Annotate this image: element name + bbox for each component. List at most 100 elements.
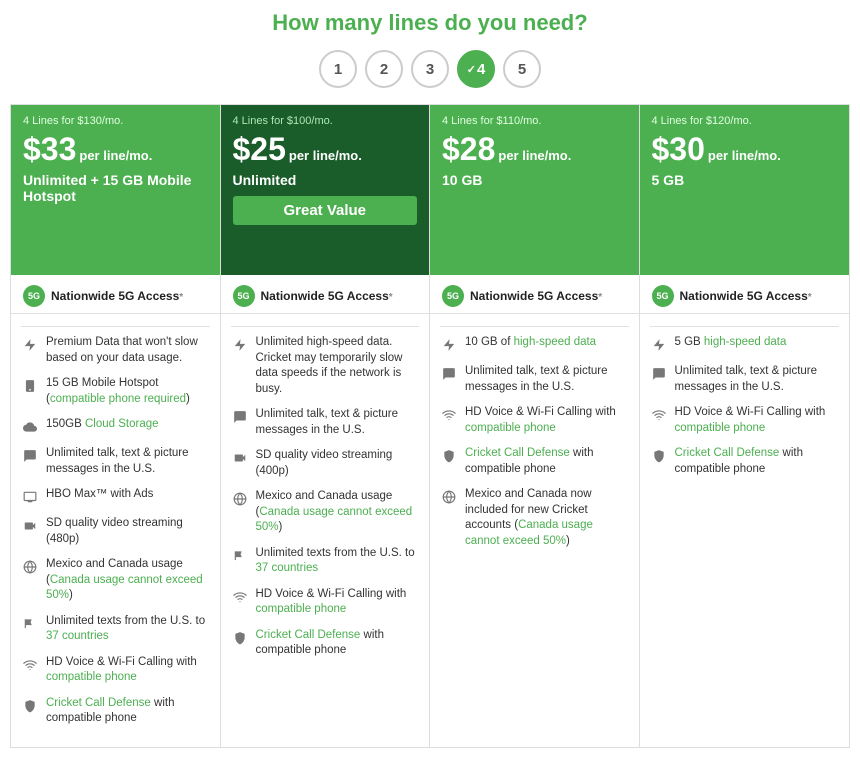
plan-lines-tag: 4 Lines for $100/mo. <box>233 115 418 127</box>
plan-header-plan-33: 4 Lines for $130/mo.$33per line/mo.Unlim… <box>11 105 220 275</box>
feature-link[interactable]: Canada usage cannot exceed 50% <box>465 519 593 547</box>
line-btn-1[interactable]: 1 <box>319 50 357 88</box>
feature-item: 5 GB high-speed data <box>650 335 840 354</box>
line-btn-4[interactable]: ✓4 <box>457 50 495 88</box>
wifi-icon <box>231 588 249 606</box>
features-list-plan-30: 5 GB high-speed data Unlimited talk, text… <box>640 314 850 747</box>
page-wrapper: How many lines do you need? 123✓45 4 Lin… <box>0 0 860 768</box>
feature-link[interactable]: Canada usage cannot exceed 50% <box>256 506 413 534</box>
feature-item: HD Voice & Wi-Fi Calling with compatible… <box>650 405 840 436</box>
feature-item: Premium Data that won't slow based on yo… <box>21 335 210 366</box>
feature-link[interactable]: compatible phone <box>675 422 766 434</box>
feature-item: Mexico and Canada usage (Canada usage ca… <box>21 557 210 604</box>
feature-item: Unlimited talk, text & picture messages … <box>440 364 629 395</box>
price-dollar: $25 <box>233 131 286 168</box>
feature-text: Cricket Call Defense with compatible pho… <box>256 628 420 659</box>
5g-badge: 5G <box>652 285 674 307</box>
plan-data-label: Unlimited <box>233 172 418 188</box>
globe-icon <box>440 488 458 506</box>
plan-header-plan-25: 4 Lines for $100/mo. $25per line/mo. Unlim… <box>221 105 430 275</box>
plan-lines-tag: 4 Lines for $120/mo. <box>652 115 838 127</box>
5g-badge: 5G <box>233 285 255 307</box>
feature-text: HD Voice & Wi-Fi Calling with compatible… <box>465 405 629 436</box>
globe-icon <box>231 490 249 508</box>
feature-link[interactable]: compatible phone <box>46 671 137 683</box>
plans-grid: 4 Lines for $130/mo.$33per line/mo.Unlim… <box>10 104 850 748</box>
5g-label: Nationwide 5G Access* <box>51 289 183 303</box>
feature-link[interactable]: 37 countries <box>256 562 319 574</box>
feature-link[interactable]: compatible phone <box>465 422 556 434</box>
price-suffix: per line/mo. <box>289 148 362 163</box>
feature-item: Unlimited talk, text & picture messages … <box>650 364 840 395</box>
flag-icon <box>231 547 249 565</box>
feature-item: Cricket Call Defense with compatible pho… <box>231 628 420 659</box>
bolt-icon <box>21 336 39 354</box>
feature-text: Mexico and Canada now included for new C… <box>465 487 629 549</box>
features-list-plan-28: 10 GB of high-speed data Unlimited talk, … <box>430 314 639 747</box>
feature-text: 10 GB of high-speed data <box>465 335 596 351</box>
5g-label: Nationwide 5G Access* <box>680 289 812 303</box>
feature-text: Unlimited talk, text & picture messages … <box>465 364 629 395</box>
message-icon <box>231 408 249 426</box>
feature-text: HBO Max™ with Ads <box>46 487 153 503</box>
line-btn-2[interactable]: 2 <box>365 50 403 88</box>
shield-icon <box>231 629 249 647</box>
feature-item: 150GB Cloud Storage <box>21 417 210 436</box>
cloud-icon <box>21 418 39 436</box>
feature-text: Mexico and Canada usage (Canada usage ca… <box>256 489 420 536</box>
feature-text: Unlimited texts from the U.S. to 37 coun… <box>256 546 420 577</box>
feature-item: HD Voice & Wi-Fi Calling with compatible… <box>231 587 420 618</box>
plan-lines-tag: 4 Lines for $130/mo. <box>23 115 208 127</box>
feature-link[interactable]: Cricket Call Defense <box>46 697 151 709</box>
feature-item: 15 GB Mobile Hotspot (compatible phone r… <box>21 376 210 407</box>
feature-link[interactable]: Cricket Call Defense <box>465 447 570 459</box>
plan-col-plan-33: 4 Lines for $130/mo.$33per line/mo.Unlim… <box>11 105 221 747</box>
features-list-plan-25: Unlimited high-speed data. Cricket may t… <box>221 314 430 747</box>
line-btn-5[interactable]: 5 <box>503 50 541 88</box>
feature-text: HD Voice & Wi-Fi Calling with compatible… <box>675 405 840 436</box>
bolt-icon <box>440 336 458 354</box>
feature-link[interactable]: Cricket Call Defense <box>675 447 780 459</box>
video-icon <box>231 449 249 467</box>
message-icon <box>650 365 668 383</box>
wifi-icon <box>440 406 458 424</box>
feature-link[interactable]: Cricket Call Defense <box>256 629 361 641</box>
bolt-icon <box>231 336 249 354</box>
feature-link[interactable]: compatible phone <box>256 603 347 615</box>
5g-label: Nationwide 5G Access* <box>470 289 602 303</box>
feature-link[interactable]: 37 countries <box>46 630 109 642</box>
shield-icon <box>440 447 458 465</box>
5g-label: Nationwide 5G Access* <box>261 289 393 303</box>
plan-col-plan-25: 4 Lines for $100/mo. $25per line/mo. Unlim… <box>221 105 431 747</box>
feature-item: Unlimited texts from the U.S. to 37 coun… <box>21 614 210 645</box>
plan-5g-row: 5GNationwide 5G Access* <box>11 275 220 314</box>
feature-item: Mexico and Canada usage (Canada usage ca… <box>231 489 420 536</box>
feature-text: HD Voice & Wi-Fi Calling with compatible… <box>46 655 210 686</box>
feature-link[interactable]: Canada usage cannot exceed 50% <box>46 574 203 602</box>
great-value-badge: Great Value <box>233 196 418 225</box>
bolt-icon <box>650 336 668 354</box>
feature-link[interactable]: Cloud Storage <box>85 418 159 430</box>
feature-item: Cricket Call Defense with compatible pho… <box>21 696 210 727</box>
feature-item: SD quality video streaming (400p) <box>231 448 420 479</box>
feature-item: 10 GB of high-speed data <box>440 335 629 354</box>
line-btn-3[interactable]: 3 <box>411 50 449 88</box>
feature-link[interactable]: high-speed data <box>704 336 786 348</box>
feature-text: Cricket Call Defense with compatible pho… <box>46 696 210 727</box>
video-icon <box>21 517 39 535</box>
feature-text: Unlimited talk, text & picture messages … <box>675 364 840 395</box>
feature-item: HD Voice & Wi-Fi Calling with compatible… <box>21 655 210 686</box>
feature-text: Unlimited talk, text & picture messages … <box>46 446 210 477</box>
plan-5g-row: 5GNationwide 5G Access* <box>430 275 639 314</box>
plan-5g-row: 5G Nationwide 5G Access* <box>640 275 850 314</box>
feature-link[interactable]: high-speed data <box>514 336 596 348</box>
plan-5g-row: 5G Nationwide 5G Access* <box>221 275 430 314</box>
plan-col-plan-30: 4 Lines for $120/mo.$30per line/mo.5 GB5… <box>640 105 850 747</box>
feature-text: 5 GB high-speed data <box>675 335 787 351</box>
feature-text: Mexico and Canada usage (Canada usage ca… <box>46 557 210 604</box>
feature-text: Unlimited texts from the U.S. to 37 coun… <box>46 614 210 645</box>
feature-item: HBO Max™ with Ads <box>21 487 210 506</box>
plan-header-plan-30: 4 Lines for $120/mo.$30per line/mo.5 GB <box>640 105 850 275</box>
line-selector: 123✓45 <box>10 50 850 88</box>
feature-link[interactable]: compatible phone required <box>50 393 186 405</box>
